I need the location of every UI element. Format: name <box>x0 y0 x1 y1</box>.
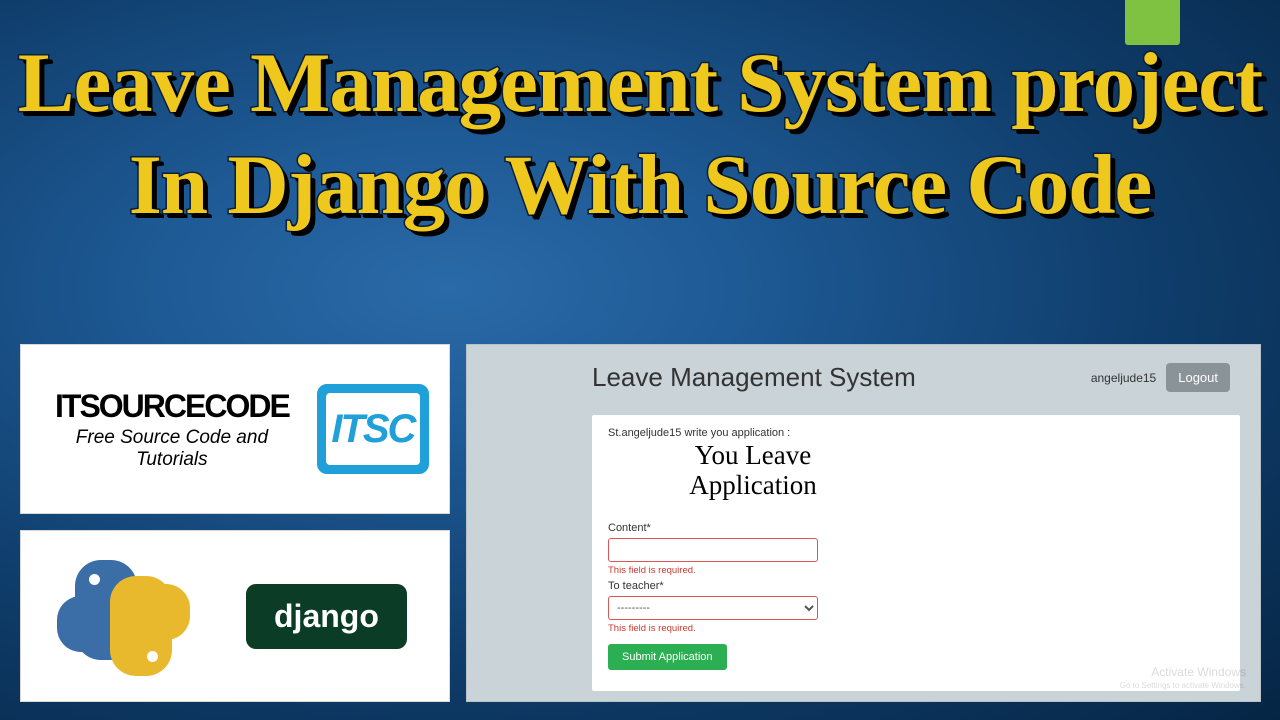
form-heading: You Leave Application <box>638 441 868 500</box>
app-title: Leave Management System <box>592 363 916 392</box>
content-error: This field is required. <box>608 565 818 576</box>
app-user-area: angeljude15 Logout <box>1091 363 1230 392</box>
slide-title-line2: In Django With Source Code <box>0 134 1280 236</box>
brand-card: ITSOURCECODE Free Source Code and Tutori… <box>20 344 450 514</box>
watermark-line1: Activate Windows <box>1120 665 1246 681</box>
brand-text-block: ITSOURCECODE Free Source Code and Tutori… <box>41 388 303 471</box>
field-teacher: To teacher* --------- This field is requ… <box>608 580 818 634</box>
windows-watermark: Activate Windows Go to Settings to activ… <box>1120 665 1246 691</box>
brand-badge-text: ITSC <box>326 393 420 465</box>
brand-name: ITSOURCECODE <box>41 388 303 425</box>
username-label: angeljude15 <box>1091 371 1156 385</box>
content-label: Content* <box>608 522 818 534</box>
slide-title: Leave Management System project In Djang… <box>0 32 1280 236</box>
logout-button[interactable]: Logout <box>1166 363 1230 392</box>
left-column: ITSOURCECODE Free Source Code and Tutori… <box>20 344 450 702</box>
app-header: Leave Management System angeljude15 Logo… <box>592 363 1240 392</box>
bottom-row: ITSOURCECODE Free Source Code and Tutori… <box>20 344 1261 702</box>
brand-badge-icon: ITSC <box>317 384 429 474</box>
content-input[interactable] <box>608 538 818 562</box>
python-logo-icon <box>61 556 176 676</box>
app-body: St.angeljude15 write you application : Y… <box>592 415 1240 691</box>
field-content: Content* This field is required. <box>608 522 818 576</box>
brand-tagline: Free Source Code and Tutorials <box>41 427 303 471</box>
teacher-select[interactable]: --------- <box>608 596 818 620</box>
django-badge: django <box>246 584 407 649</box>
slide-title-line1: Leave Management System project <box>0 32 1280 134</box>
form-prompt: St.angeljude15 write you application : <box>608 427 1224 439</box>
teacher-error: This field is required. <box>608 623 818 634</box>
tech-card: django <box>20 530 450 702</box>
teacher-label: To teacher* <box>608 580 818 592</box>
watermark-line2: Go to Settings to activate Windows. <box>1120 681 1246 691</box>
submit-button[interactable]: Submit Application <box>608 644 727 670</box>
app-screenshot: Leave Management System angeljude15 Logo… <box>466 344 1261 702</box>
